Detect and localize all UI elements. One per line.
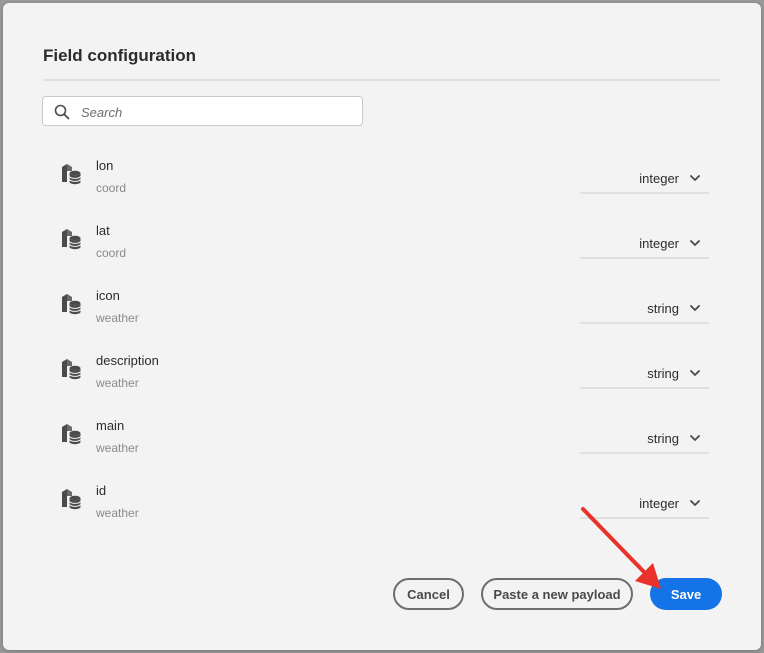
chevron-down-icon xyxy=(690,240,700,246)
field-type-value: integer xyxy=(639,171,679,186)
field-row: icon weather string xyxy=(43,280,709,345)
red-arrow-icon xyxy=(581,507,661,589)
chevron-down-icon xyxy=(690,500,700,506)
field-row: lat coord integer xyxy=(43,215,709,280)
search-icon xyxy=(54,104,70,120)
field-type-dropdown[interactable]: integer xyxy=(580,164,709,194)
field-type-value: string xyxy=(647,301,679,316)
chevron-down-icon xyxy=(690,175,700,181)
field-name: icon xyxy=(96,288,120,303)
field-parent: weather xyxy=(96,506,139,520)
field-row: description weather string xyxy=(43,345,709,410)
field-type-dropdown[interactable]: integer xyxy=(580,229,709,259)
field-type-dropdown[interactable]: string xyxy=(580,294,709,324)
field-name: lat xyxy=(96,223,110,238)
field-row: lon coord integer xyxy=(43,150,709,215)
field-configuration-dialog: Field configuration lon coord integer la… xyxy=(3,3,761,650)
field-parent: weather xyxy=(96,441,139,455)
field-name: lon xyxy=(96,158,114,173)
field-name: main xyxy=(96,418,125,433)
title-divider xyxy=(43,79,721,81)
cancel-button[interactable]: Cancel xyxy=(393,578,464,610)
chevron-down-icon xyxy=(690,370,700,376)
field-type-icon xyxy=(62,489,81,510)
field-type-icon xyxy=(62,294,81,315)
field-name: description xyxy=(96,353,159,368)
field-row: main weather string xyxy=(43,410,709,475)
field-type-icon xyxy=(62,229,81,250)
field-parent: coord xyxy=(96,246,127,260)
field-name: id xyxy=(96,483,107,498)
chevron-down-icon xyxy=(690,435,700,441)
field-type-icon xyxy=(62,359,81,380)
field-parent: weather xyxy=(96,376,139,390)
field-type-value: string xyxy=(647,431,679,446)
dialog-title: Field configuration xyxy=(43,46,196,65)
search-field[interactable] xyxy=(42,96,363,126)
chevron-down-icon xyxy=(690,305,700,311)
field-type-icon xyxy=(62,164,81,185)
field-type-dropdown[interactable]: string xyxy=(580,424,709,454)
field-type-value: integer xyxy=(639,236,679,251)
field-type-icon xyxy=(62,424,81,445)
field-parent: weather xyxy=(96,311,139,325)
field-type-value: string xyxy=(647,366,679,381)
search-input[interactable] xyxy=(79,101,353,123)
field-type-dropdown[interactable]: string xyxy=(580,359,709,389)
field-parent: coord xyxy=(96,181,127,195)
